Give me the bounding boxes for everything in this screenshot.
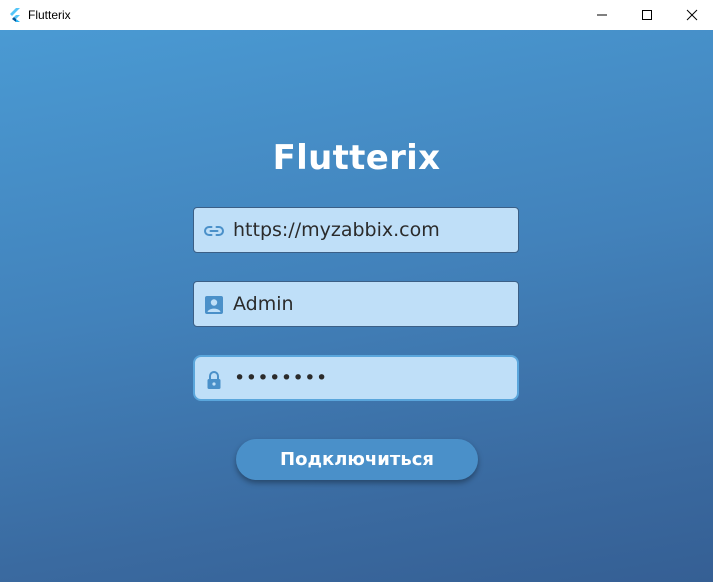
close-button[interactable] xyxy=(669,0,713,30)
server-url-field[interactable]: https://myzabbix.com xyxy=(193,207,519,253)
server-url-value: https://myzabbix.com xyxy=(233,219,440,241)
account-box-icon xyxy=(203,295,225,315)
connect-button[interactable]: Подключиться xyxy=(236,439,478,480)
flutter-logo-icon xyxy=(7,7,23,23)
app-window: Flutterix Flutterix https://myzabbix.com… xyxy=(0,0,713,582)
link-icon xyxy=(203,221,225,241)
window-title: Flutterix xyxy=(28,8,71,22)
app-brand-title: Flutterix xyxy=(272,138,441,178)
lock-icon xyxy=(203,369,225,389)
title-bar: Flutterix xyxy=(0,0,713,30)
username-value: Admin xyxy=(233,293,294,315)
username-field[interactable]: Admin xyxy=(193,281,519,327)
close-icon xyxy=(686,9,698,21)
maximize-button[interactable] xyxy=(624,0,670,30)
minimize-button[interactable] xyxy=(579,0,625,30)
password-value: •••••••• xyxy=(234,367,328,389)
minimize-icon xyxy=(597,14,607,16)
password-field[interactable]: •••••••• xyxy=(193,355,519,401)
maximize-icon xyxy=(642,10,652,20)
login-screen: Flutterix https://myzabbix.com Admin •••… xyxy=(0,30,713,582)
